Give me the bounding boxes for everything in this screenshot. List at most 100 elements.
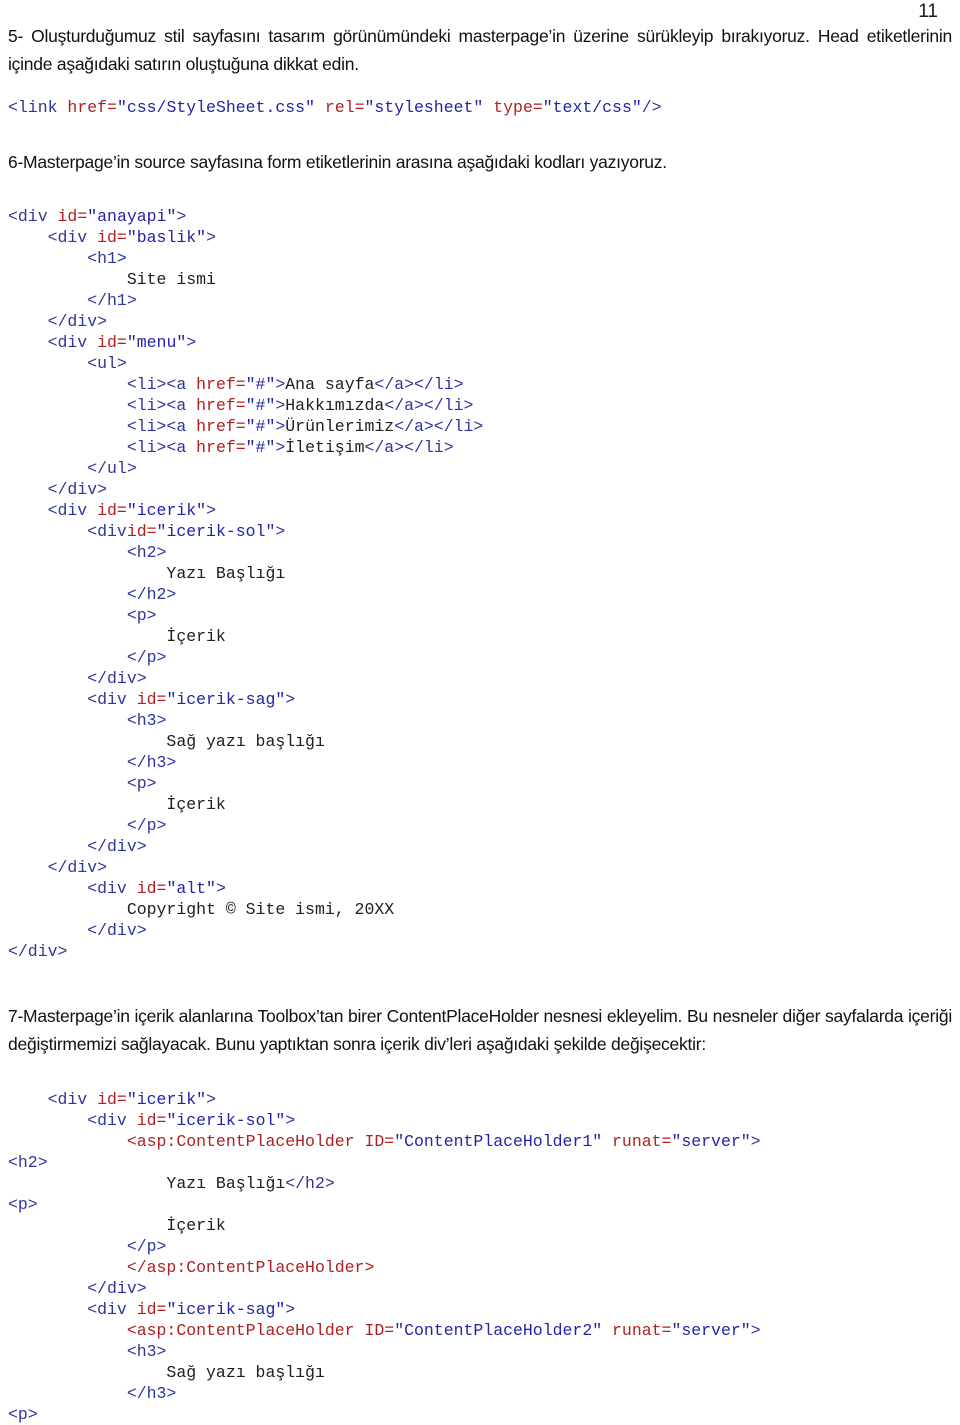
code-token: Copyright © Site ismi, 20XX [8, 900, 395, 920]
code-token: İletişim [285, 438, 365, 458]
code-token: id= [97, 333, 127, 353]
code-line: İçerik [8, 626, 952, 647]
code-token: > [275, 438, 286, 458]
paragraph-step-6: 6-Masterpage’in source sayfasına form et… [8, 151, 667, 172]
code-token: "text/css" [542, 97, 642, 117]
code-line: <div id="icerik"> [8, 500, 952, 521]
code-line: <link href="css/StyleSheet.css" rel="sty… [8, 97, 952, 118]
code-token: "anayapi" [87, 207, 177, 227]
code-line: <li><a href="#">İletişim</a></li> [8, 437, 952, 458]
code-token: href= [196, 438, 246, 458]
code-token: id= [136, 690, 167, 710]
code-token: <div [8, 228, 98, 248]
code-token: > [206, 228, 216, 248]
code-token: "icerik" [126, 1089, 207, 1109]
code-token: </a></li> [394, 417, 484, 437]
code-line: <h2> [8, 1152, 952, 1173]
page-number: 11 [918, 1, 938, 22]
code-line: </ul> [8, 458, 952, 479]
code-token: "#" [245, 396, 276, 416]
code-token: "baslik" [126, 228, 207, 248]
code-token: > [186, 333, 197, 353]
code-token: > [750, 1320, 761, 1340]
code-token: </asp:ContentPlaceHolder> [8, 1257, 375, 1277]
code-token: "ContentPlaceHolder2" [394, 1320, 603, 1340]
code-token: </h1> [8, 291, 137, 311]
code-line: <div id="icerik"> [8, 1089, 952, 1110]
code-token: id= [136, 1299, 167, 1319]
code-token: </ul> [8, 459, 137, 479]
code-line: Site ismi [8, 269, 952, 290]
code-token: Site ismi [8, 270, 216, 290]
code-line: <ul> [8, 353, 952, 374]
code-token: > [285, 1110, 296, 1130]
code-token: > [275, 396, 286, 416]
code-token: > [285, 1299, 296, 1319]
code-token: Sağ yazı başlığı [8, 1362, 325, 1382]
code-token: > [750, 1131, 761, 1151]
code-token: <asp:ContentPlaceHolder [8, 1131, 365, 1151]
code-line: </div> [8, 479, 952, 500]
code-token: Yazı Başlığı [8, 1173, 286, 1193]
code-line: </div> [8, 941, 952, 962]
code-token: "server" [671, 1131, 751, 1151]
code-token: </div> [8, 480, 108, 500]
code-token: "#" [245, 438, 276, 458]
code-token: Ana sayfa [285, 375, 375, 395]
code-line: </p> [8, 1236, 952, 1257]
code-token: <h3> [8, 711, 167, 731]
code-token: <div [8, 879, 137, 899]
code-token: </p> [8, 816, 167, 836]
code-line: <h1> [8, 248, 952, 269]
code-block-masterpage-markup: <div id="anayapi"> <div id="baslik"> <h1… [8, 206, 952, 962]
code-token: </div> [8, 1278, 147, 1298]
code-token: > [206, 501, 216, 521]
code-token: <link [8, 97, 68, 117]
code-token: İçerik [8, 795, 226, 815]
code-line: <li><a href="#">Hakkımızda</a></li> [8, 395, 952, 416]
document-page: 11 5- Oluşturduğumuz stil sayfasını tasa… [0, 0, 960, 1424]
code-token: ID= [364, 1131, 395, 1151]
code-line: Yazı Başlığı</h2> [8, 1173, 952, 1194]
code-token: id= [97, 228, 127, 248]
code-token: id= [57, 207, 88, 227]
code-line: </h3> [8, 752, 952, 773]
code-token: <div [8, 690, 137, 710]
code-line: <div id="icerik-sag"> [8, 689, 952, 710]
code-token: "stylesheet" [364, 97, 484, 117]
code-line: İçerik [8, 794, 952, 815]
code-token: rel= [324, 97, 365, 117]
code-line: Sağ yazı başlığı [8, 731, 952, 752]
code-token: "server" [671, 1320, 751, 1340]
code-line: <div id="menu"> [8, 332, 952, 353]
code-line: <div id="alt"> [8, 878, 952, 899]
code-line: <divid="icerik-sol"> [8, 521, 952, 542]
code-token: Hakkımızda [285, 396, 385, 416]
code-line: <div id="anayapi"> [8, 206, 952, 227]
code-line: </div> [8, 857, 952, 878]
code-token: </a></li> [364, 438, 454, 458]
code-token: > [275, 375, 286, 395]
code-block-contentplaceholder-markup: <div id="icerik"> <div id="icerik-sol"> … [8, 1089, 952, 1425]
code-token: <li><a [8, 396, 197, 416]
code-token: > [215, 879, 226, 899]
code-token: "ContentPlaceHolder1" [394, 1131, 603, 1151]
code-line: <p> [8, 1194, 952, 1215]
code-line: </h3> [8, 1383, 952, 1404]
code-token: <h1> [8, 249, 127, 269]
code-token: </a></li> [374, 375, 464, 395]
code-token: </div> [8, 837, 147, 857]
code-token: </p> [8, 1236, 167, 1256]
code-token: <ul> [8, 354, 127, 374]
code-token: </div> [8, 942, 68, 962]
code-token: <div [8, 522, 127, 542]
code-token: href= [67, 97, 117, 117]
code-token: "icerik-sol" [156, 522, 276, 542]
code-line: </h2> [8, 584, 952, 605]
